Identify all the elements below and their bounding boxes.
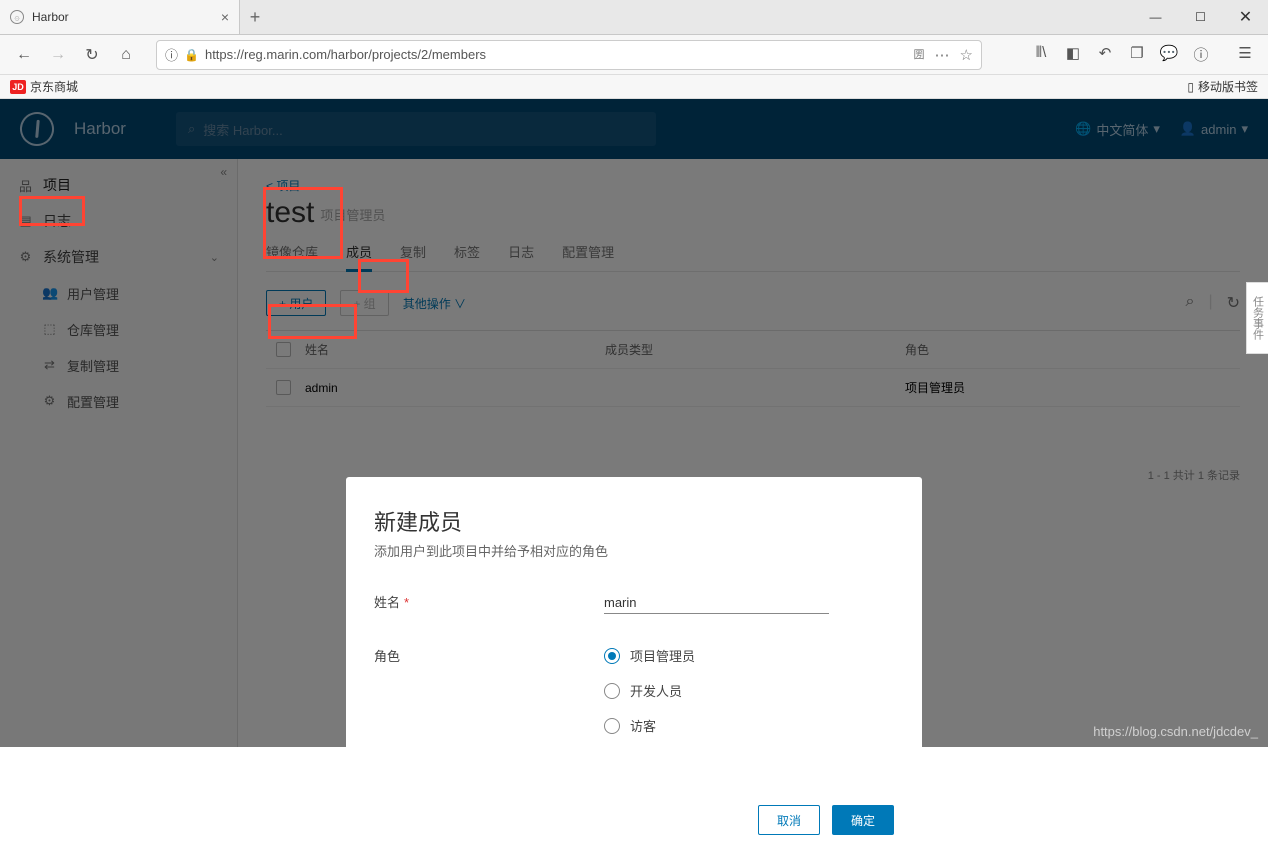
copy-icon[interactable]: ❐ <box>1124 44 1150 65</box>
radio-project-admin[interactable]: 项目管理员 <box>604 646 695 665</box>
mobile-icon: ▯ <box>1187 80 1194 94</box>
bookmark-star-icon[interactable]: ☆ <box>960 46 973 64</box>
lock-icon[interactable]: 🔒 <box>184 48 199 62</box>
window-controls: — ☐ ✕ <box>1133 0 1268 34</box>
menu-icon[interactable]: ☰ <box>1232 44 1258 65</box>
help-icon[interactable]: ⓘ <box>1188 44 1214 65</box>
radio-guest[interactable]: 访客 <box>604 716 695 735</box>
radio-icon <box>604 683 620 699</box>
nav-forward[interactable]: → <box>44 41 72 69</box>
modal-title: 新建成员 <box>374 505 894 537</box>
window-close[interactable]: ✕ <box>1223 0 1268 34</box>
name-input[interactable] <box>604 592 829 614</box>
sidebar-icon[interactable]: ◧ <box>1060 44 1086 65</box>
library-icon[interactable]: ⫴\ <box>1028 44 1054 65</box>
new-tab-button[interactable]: + <box>240 0 270 34</box>
browser-tab[interactable]: ۞ Harbor × <box>0 0 240 34</box>
undo-icon[interactable]: ↶ <box>1092 44 1118 65</box>
chat-icon[interactable]: 💬 <box>1156 44 1182 65</box>
info-icon[interactable]: ⓘ <box>165 45 178 64</box>
tab-close-icon[interactable]: × <box>221 9 229 25</box>
bookmark-jd[interactable]: JD 京东商城 <box>10 78 78 95</box>
url-text: https://reg.marin.com/harbor/projects/2/… <box>205 47 486 62</box>
ok-button[interactable]: 确定 <box>832 805 894 835</box>
tab-title: Harbor <box>32 10 69 24</box>
browser-titlebar: ۞ Harbor × + — ☐ ✕ <box>0 0 1268 35</box>
bookmarks-bar: JD 京东商城 ▯ 移动版书签 <box>0 75 1268 99</box>
window-minimize[interactable]: — <box>1133 0 1178 34</box>
reader-icon[interactable]: 圐 <box>914 46 925 64</box>
window-maximize[interactable]: ☐ <box>1178 0 1223 34</box>
nav-reload[interactable]: ↻ <box>78 41 106 69</box>
nav-back[interactable]: ← <box>10 41 38 69</box>
role-label: 角色 <box>374 646 604 665</box>
radio-icon <box>604 718 620 734</box>
jd-icon: JD <box>10 80 26 94</box>
nav-home[interactable]: ⌂ <box>112 41 140 69</box>
cancel-button[interactable]: 取消 <box>758 805 820 835</box>
harbor-app: Harbor ⌕ 搜索 Harbor... 🌐 中文简体 ▾ 👤 admin ▾… <box>0 99 1268 747</box>
url-bar[interactable]: ⓘ 🔒 https://reg.marin.com/harbor/project… <box>156 40 982 70</box>
radio-icon <box>604 648 620 664</box>
bookmark-mobile[interactable]: ▯ 移动版书签 <box>1187 78 1258 95</box>
radio-developer[interactable]: 开发人员 <box>604 681 695 700</box>
page-actions-icon[interactable]: ⋯ <box>935 46 950 64</box>
toolbar-icons: ⫴\ ◧ ↶ ❐ 💬 ⓘ ☰ <box>1028 44 1258 65</box>
modal-description: 添加用户到此项目中并给予相对应的角色 <box>374 541 894 560</box>
name-label: 姓名* <box>374 592 604 611</box>
new-member-modal: 新建成员 添加用户到此项目中并给予相对应的角色 姓名* 角色 项目管理员 开发人… <box>346 477 922 857</box>
tab-favicon: ۞ <box>10 10 24 24</box>
watermark: https://blog.csdn.net/jdcdev_ <box>1093 724 1258 739</box>
events-side-tab[interactable]: 任务事件 <box>1246 282 1268 354</box>
browser-toolbar: ← → ↻ ⌂ ⓘ 🔒 https://reg.marin.com/harbor… <box>0 35 1268 75</box>
